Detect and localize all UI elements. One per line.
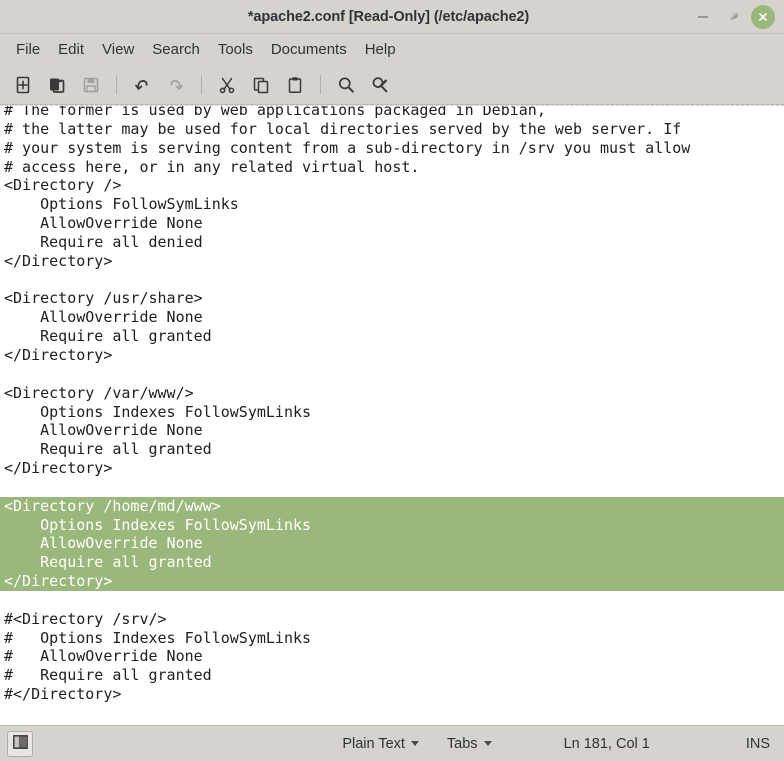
menu-search[interactable]: Search bbox=[143, 38, 209, 62]
editor-line[interactable]: # AllowOverride None bbox=[4, 647, 784, 666]
editor-line[interactable]: </Directory> bbox=[0, 572, 784, 591]
side-panel-toggle-button[interactable] bbox=[7, 730, 33, 757]
editor-line[interactable]: Require all granted bbox=[4, 327, 784, 346]
toolbar-separator bbox=[201, 75, 202, 94]
close-icon bbox=[757, 11, 769, 23]
menu-edit[interactable]: Edit bbox=[49, 38, 93, 62]
close-button[interactable] bbox=[751, 4, 775, 29]
editor-line[interactable]: Options FollowSymLinks bbox=[4, 195, 784, 214]
indent-selector[interactable]: Tabs bbox=[447, 736, 492, 752]
cut-icon bbox=[218, 76, 236, 94]
editor-line[interactable]: AllowOverride None bbox=[4, 421, 784, 440]
editor-line[interactable]: AllowOverride None bbox=[4, 308, 784, 327]
open-document-icon bbox=[48, 76, 66, 94]
editor-line[interactable]: <Directory /home/md/www> bbox=[0, 496, 784, 516]
undo-button[interactable] bbox=[125, 70, 159, 100]
editor-line[interactable]: <Directory /> bbox=[4, 176, 784, 195]
editor-line[interactable] bbox=[4, 478, 784, 497]
editor-line[interactable] bbox=[4, 365, 784, 384]
editor-line[interactable]: #<Directory /srv/> bbox=[4, 610, 784, 629]
editor-line[interactable]: Options Indexes FollowSymLinks bbox=[4, 403, 784, 422]
minimize-button[interactable] bbox=[691, 5, 715, 29]
redo-icon bbox=[166, 75, 186, 95]
editor-line[interactable]: # your system is serving content from a … bbox=[4, 139, 784, 158]
window-controls bbox=[691, 4, 784, 29]
toolbar bbox=[0, 65, 784, 105]
paste-button[interactable] bbox=[278, 70, 312, 100]
statusbar: Plain Text Tabs Ln 181, Col 1 INS bbox=[0, 725, 784, 761]
text-editor-window: *apache2.conf [Read-Only] (/etc/apache2) bbox=[0, 0, 784, 761]
cut-button[interactable] bbox=[210, 70, 244, 100]
toolbar-separator bbox=[116, 75, 117, 94]
undo-icon bbox=[132, 75, 152, 95]
open-document-button[interactable] bbox=[40, 70, 74, 100]
menu-help[interactable]: Help bbox=[356, 38, 405, 62]
chevron-down-icon bbox=[410, 741, 419, 746]
redo-button[interactable] bbox=[159, 70, 193, 100]
editor-line[interactable]: Options Indexes FollowSymLinks bbox=[0, 515, 784, 535]
indent-label: Tabs bbox=[446, 735, 478, 752]
editor-line[interactable]: # The former is used by web applications… bbox=[4, 106, 784, 120]
editor-line[interactable]: # the latter may be used for local direc… bbox=[4, 120, 784, 139]
menu-view[interactable]: View bbox=[93, 38, 143, 62]
side-panel-toggle-icon bbox=[12, 734, 28, 753]
editor-line[interactable]: #</Directory> bbox=[4, 685, 784, 704]
editor-line[interactable]: # Options Indexes FollowSymLinks bbox=[4, 629, 784, 648]
copy-button[interactable] bbox=[244, 70, 278, 100]
editor-line[interactable]: </Directory> bbox=[4, 459, 784, 478]
editor-line[interactable]: Require all granted bbox=[0, 553, 784, 573]
find-replace-icon bbox=[371, 76, 389, 94]
language-label: Plain Text bbox=[342, 735, 405, 752]
find-replace-button[interactable] bbox=[363, 70, 397, 100]
editor-text-area[interactable]: # The former is used by web applications… bbox=[0, 105, 784, 725]
menu-tools[interactable]: Tools bbox=[209, 38, 262, 62]
find-button[interactable] bbox=[329, 70, 363, 100]
insert-mode-indicator: INS bbox=[745, 735, 770, 752]
editor-line[interactable]: AllowOverride None bbox=[0, 534, 784, 554]
toolbar-separator bbox=[320, 75, 321, 94]
menubar: File Edit View Search Tools Documents He… bbox=[0, 34, 784, 65]
menu-file[interactable]: File bbox=[7, 38, 49, 62]
maximize-restore-button[interactable] bbox=[721, 5, 745, 29]
editor-line[interactable] bbox=[4, 591, 784, 610]
titlebar: *apache2.conf [Read-Only] (/etc/apache2) bbox=[0, 0, 784, 34]
cursor-position: Ln 181, Col 1 bbox=[563, 735, 650, 752]
editor-line[interactable]: </Directory> bbox=[4, 252, 784, 271]
copy-icon bbox=[252, 76, 270, 94]
search-icon bbox=[337, 76, 355, 94]
editor-line[interactable] bbox=[4, 271, 784, 290]
save-icon bbox=[82, 76, 100, 94]
editor-content[interactable]: # The former is used by web applications… bbox=[0, 106, 784, 704]
new-document-icon bbox=[14, 76, 32, 94]
editor-line[interactable]: AllowOverride None bbox=[4, 214, 784, 233]
window-title: *apache2.conf [Read-Only] (/etc/apache2) bbox=[247, 8, 530, 25]
save-button[interactable] bbox=[74, 70, 108, 100]
restore-icon bbox=[728, 11, 739, 22]
editor-line[interactable]: <Directory /usr/share> bbox=[4, 289, 784, 308]
editor-line[interactable]: <Directory /var/www/> bbox=[4, 384, 784, 403]
editor-line[interactable]: </Directory> bbox=[4, 346, 784, 365]
menu-documents[interactable]: Documents bbox=[262, 38, 356, 62]
editor-line[interactable]: # Require all granted bbox=[4, 666, 784, 685]
editor-line[interactable]: Require all granted bbox=[4, 440, 784, 459]
editor-line[interactable]: Require all denied bbox=[4, 233, 784, 252]
language-selector[interactable]: Plain Text bbox=[342, 736, 419, 752]
editor-line[interactable]: # access here, or in any related virtual… bbox=[4, 158, 784, 177]
paste-icon bbox=[286, 76, 304, 94]
chevron-down-icon bbox=[483, 741, 492, 746]
new-document-button[interactable] bbox=[6, 70, 40, 100]
